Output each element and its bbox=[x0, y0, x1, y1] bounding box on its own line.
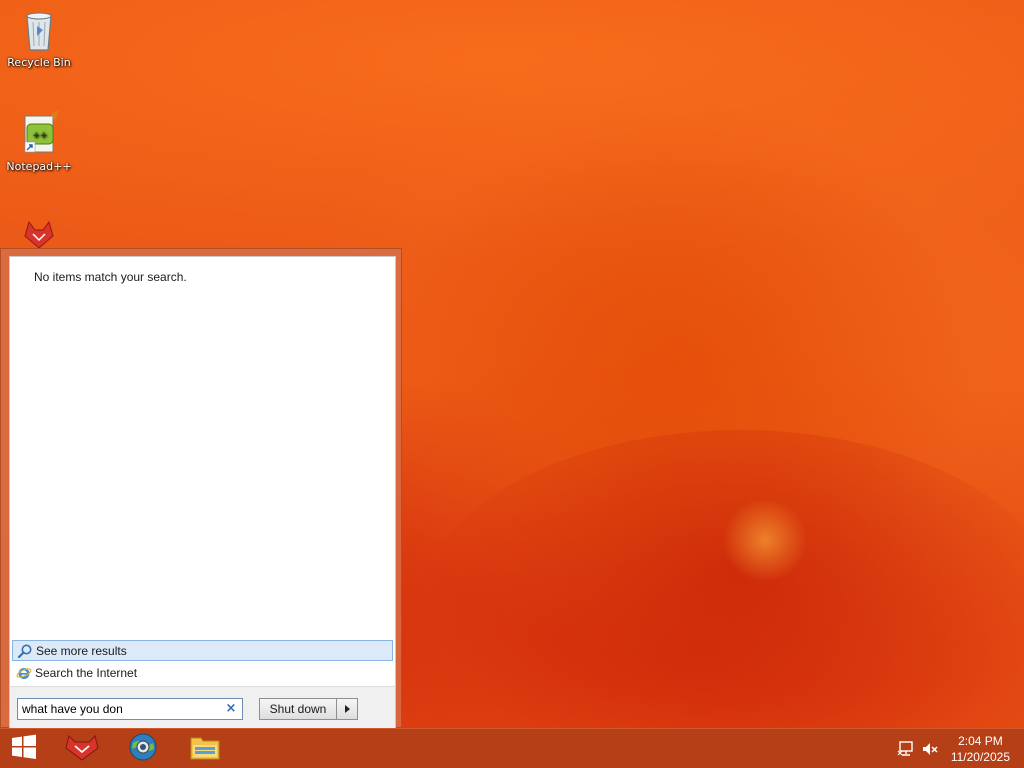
desktop-icon-notepad-plus-plus[interactable]: ++ Notepad++ bbox=[1, 110, 77, 173]
taskbar-file-explorer-button[interactable] bbox=[177, 729, 233, 768]
shutdown-options-button[interactable] bbox=[336, 698, 358, 720]
taskbar-app-button[interactable] bbox=[54, 729, 110, 768]
system-clock[interactable]: 2:04 PM 11/20/2025 bbox=[951, 733, 1010, 765]
search-internet-label: Search the Internet bbox=[35, 665, 138, 680]
start-button[interactable] bbox=[0, 729, 48, 768]
shutdown-button[interactable]: Shut down bbox=[259, 698, 337, 720]
search-input[interactable] bbox=[18, 699, 222, 719]
file-explorer-icon bbox=[189, 733, 221, 764]
search-internet-link[interactable]: Search the Internet bbox=[12, 662, 393, 683]
browser-globe-icon bbox=[127, 731, 159, 766]
search-box[interactable]: × bbox=[17, 698, 243, 720]
clock-time: 2:04 PM bbox=[958, 734, 1003, 748]
triangle-right-icon bbox=[343, 702, 351, 716]
desktop-icon-recycle-bin[interactable]: Recycle Bin bbox=[1, 6, 77, 69]
network-icon[interactable] bbox=[897, 740, 915, 758]
taskbar-browser-button[interactable] bbox=[115, 729, 171, 768]
wallpaper-swoosh bbox=[380, 150, 980, 580]
magnifier-icon bbox=[17, 643, 33, 659]
taskbar: 2:04 PM 11/20/2025 bbox=[0, 728, 1024, 768]
clear-search-icon[interactable]: × bbox=[224, 701, 238, 717]
clock-date: 11/20/2025 bbox=[950, 750, 1010, 764]
start-menu-bottom-bar: × Shut down bbox=[10, 686, 395, 728]
internet-explorer-icon bbox=[16, 665, 32, 681]
see-more-results-label: See more results bbox=[36, 643, 127, 658]
windows-start-icon bbox=[11, 734, 37, 763]
shutdown-button-label: Shut down bbox=[269, 702, 327, 716]
volume-muted-icon[interactable] bbox=[921, 740, 939, 758]
wallpaper-swoosh bbox=[720, 500, 810, 580]
recycle-bin-icon bbox=[15, 6, 63, 54]
start-menu: No items match your search. See more res… bbox=[0, 248, 402, 728]
notepad-plus-plus-icon: ++ bbox=[15, 110, 63, 158]
wallpaper-swoosh bbox=[420, 430, 1024, 728]
desktop-icon-label: Recycle Bin bbox=[7, 56, 71, 69]
search-results-pane: No items match your search. See more res… bbox=[9, 256, 396, 728]
no-results-message: No items match your search. bbox=[34, 270, 187, 284]
desktop-icon-label: Notepad++ bbox=[6, 160, 72, 173]
see-more-results-link[interactable]: See more results bbox=[12, 640, 393, 661]
svg-text:++: ++ bbox=[32, 131, 47, 141]
app-icon bbox=[65, 732, 99, 765]
